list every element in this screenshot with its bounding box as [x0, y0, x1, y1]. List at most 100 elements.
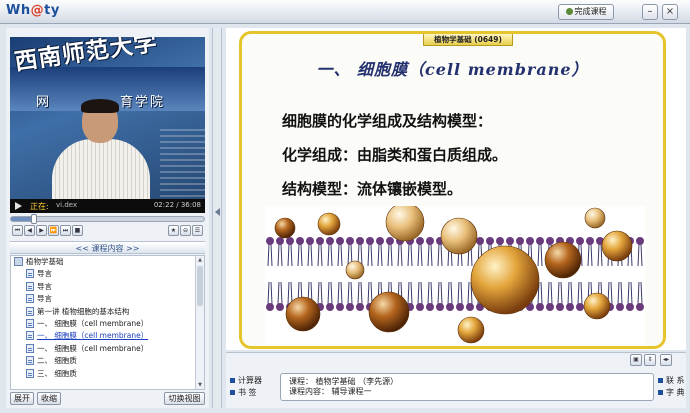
- toc-item-label: 第一讲 植物细胞的基本结构: [37, 306, 130, 316]
- toc-item[interactable]: 第一讲 植物细胞的基本结构: [11, 306, 204, 318]
- toc-item[interactable]: 导言: [11, 281, 204, 293]
- scroll-up-icon[interactable]: ▲: [197, 256, 203, 264]
- calculator-link[interactable]: 计算器: [230, 375, 262, 387]
- stop-button[interactable]: ■: [72, 225, 83, 236]
- lipid-head: [346, 237, 354, 245]
- toc-item-label: 一、 细胞膜（cell membrane）: [37, 331, 149, 341]
- lipid-tail: [270, 281, 273, 305]
- membrane-protein: [584, 207, 606, 229]
- course-tab: 植物学基础 (0649): [423, 34, 513, 46]
- video-player[interactable]: 西南师范大学 网 育学院 正在: vi.dex 02:22 / 36:08: [10, 37, 205, 213]
- lipid-tail: [327, 243, 330, 267]
- membrane-diagram: [265, 206, 645, 344]
- membrane-protein: [368, 291, 410, 333]
- finish-course-button[interactable]: 完成课程: [558, 4, 614, 20]
- toc-item[interactable]: 一、 细胞膜（cell membrane）: [11, 318, 204, 330]
- slide-line-1: 细胞膜的化学组成及结构模型：: [282, 112, 493, 130]
- membrane-protein: [457, 316, 485, 344]
- expand-button[interactable]: 展开: [10, 392, 34, 405]
- contact-link[interactable]: 联 系: [658, 375, 685, 387]
- scroll-button[interactable]: ⇕: [644, 354, 656, 366]
- toc-header[interactable]: << 课程内容 >>: [10, 241, 205, 254]
- rewind-button[interactable]: ◀: [24, 225, 35, 236]
- lipid-head: [266, 237, 274, 245]
- player-controls: ⏮ ◀ ▶ ⏩ ⏭ ■ ★ ⊖ ☰: [10, 225, 205, 239]
- minimize-button[interactable]: –: [642, 4, 658, 20]
- play-icon[interactable]: [15, 202, 22, 210]
- lipid-head: [446, 303, 454, 311]
- video-progress-slider[interactable]: [10, 214, 205, 224]
- toc-root-label: 植物学基础: [26, 257, 64, 266]
- play-button[interactable]: ▶: [36, 225, 47, 236]
- lipid-tail: [447, 281, 450, 305]
- lipid-head: [326, 303, 334, 311]
- toc-item[interactable]: 导言: [11, 293, 204, 305]
- lipid-head: [556, 303, 564, 311]
- toc-item[interactable]: 三、 细胞质: [11, 368, 204, 380]
- dictionary-link[interactable]: 字 典: [658, 387, 685, 399]
- layout-button[interactable]: ▣: [630, 354, 642, 366]
- bookmark-label: 书 签: [238, 388, 257, 397]
- toc-item[interactable]: 导言: [11, 268, 204, 280]
- lipid-tail: [357, 281, 360, 305]
- toc-root[interactable]: 植物学基础: [11, 256, 204, 268]
- lipid-tail: [267, 281, 270, 305]
- lipid-tail: [620, 281, 623, 305]
- video-time: 02:22 / 36:08: [153, 201, 201, 209]
- dictionary-icon: [658, 390, 663, 395]
- lipid-tail: [410, 243, 413, 267]
- bookmark-link[interactable]: 书 签: [230, 387, 262, 399]
- lipid-head: [586, 237, 594, 245]
- lipid-tail: [437, 243, 440, 267]
- lipid-head: [516, 237, 524, 245]
- lipid-head: [366, 237, 374, 245]
- lipid-head: [336, 237, 344, 245]
- lipid-tail: [640, 243, 643, 267]
- document-icon: [26, 356, 34, 366]
- lipid-head: [546, 237, 554, 245]
- lipid-head: [636, 303, 644, 311]
- membrane-illustration: [266, 206, 644, 344]
- lipid-head: [576, 237, 584, 245]
- video-decoration: [160, 127, 205, 197]
- toc-item[interactable]: 二、 细胞质: [11, 355, 204, 367]
- lipid-tail: [310, 243, 313, 267]
- collapse-button[interactable]: 收缩: [37, 392, 61, 405]
- lipid-head: [416, 303, 424, 311]
- skip-back-button[interactable]: ⏮: [12, 225, 23, 236]
- lipid-head: [566, 303, 574, 311]
- contact-label: 联 系: [666, 376, 685, 385]
- membrane-protein: [544, 241, 582, 279]
- favorite-button[interactable]: ★: [168, 225, 179, 236]
- skip-forward-button[interactable]: ⏭: [60, 225, 71, 236]
- volume-button[interactable]: ⊖: [180, 225, 191, 236]
- video-progress-knob[interactable]: [31, 214, 38, 224]
- contact-icon: [658, 378, 663, 383]
- switch-view-button[interactable]: 切换视图: [164, 392, 205, 405]
- panel-divider[interactable]: [212, 28, 222, 408]
- lipid-tail: [587, 243, 590, 267]
- toc-item[interactable]: 一、 细胞膜（cell membrane）: [11, 330, 204, 342]
- lipid-tail: [550, 281, 553, 305]
- lipid-head: [306, 237, 314, 245]
- course-line: 课程： 植物学基础 （李先源）: [289, 377, 399, 386]
- lecturer-figure: [46, 99, 156, 201]
- close-button[interactable]: ×: [662, 4, 678, 20]
- collapse-arrow-icon[interactable]: [215, 208, 220, 216]
- tools-left: 计算器 书 签: [230, 375, 262, 399]
- lipid-tail: [467, 281, 470, 305]
- lipid-tail: [367, 243, 370, 267]
- menu-button[interactable]: ☰: [192, 225, 203, 236]
- lipid-tail: [297, 243, 300, 267]
- fast-forward-button[interactable]: ⏩: [48, 225, 59, 236]
- lipid-head: [576, 303, 584, 311]
- logo-at: @: [30, 3, 45, 18]
- toc-item[interactable]: 一、 细胞膜（cell membrane）: [11, 343, 204, 355]
- toc-item-label: 导言: [37, 281, 52, 291]
- lipid-tail: [547, 281, 550, 305]
- scroll-down-icon[interactable]: ▼: [197, 381, 203, 389]
- membrane-protein: [601, 230, 633, 262]
- scroll-thumb[interactable]: [197, 266, 203, 306]
- toc-scrollbar[interactable]: ▲ ▼: [195, 256, 204, 389]
- toggle-button[interactable]: ◂▸: [660, 354, 672, 366]
